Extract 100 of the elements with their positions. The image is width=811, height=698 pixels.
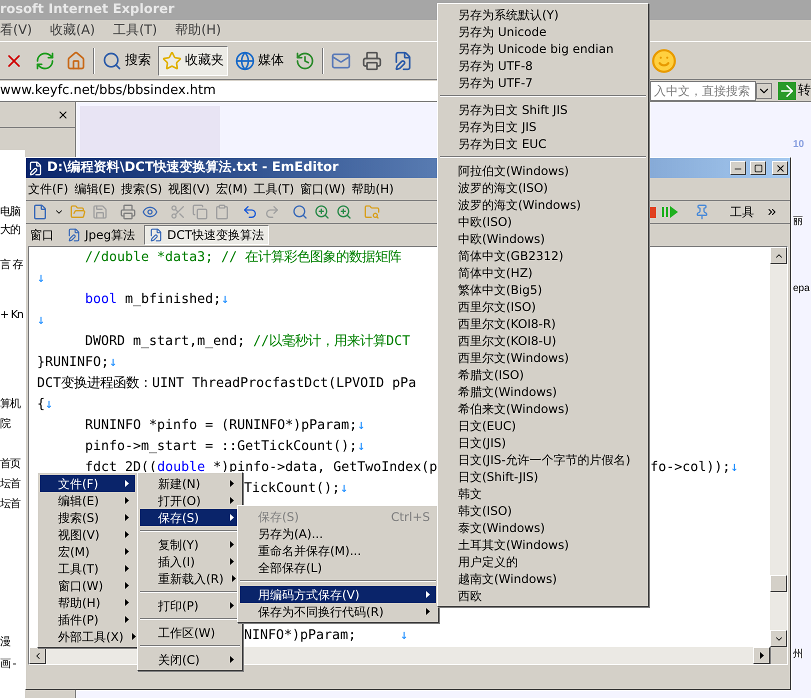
menu-item[interactable]: 视图(V) bbox=[40, 526, 135, 543]
menu-item[interactable]: 简体中文(GB2312) bbox=[440, 247, 646, 264]
menu-item[interactable]: 窗口(W) bbox=[40, 577, 135, 594]
tab[interactable]: Jpeg算法 bbox=[62, 225, 140, 245]
menu-item[interactable]: 工作区(W) bbox=[140, 624, 240, 641]
menu-item[interactable]: 西里尔文(ISO) bbox=[440, 298, 646, 315]
menu-item[interactable]: 另存为(A)... bbox=[240, 525, 436, 542]
menu-item[interactable]: 西欧 bbox=[440, 587, 646, 604]
close-button[interactable] bbox=[772, 161, 788, 175]
menu-item[interactable]: 保存(S) bbox=[140, 509, 240, 526]
menu-item[interactable]: 另存为系统默认(Y) bbox=[440, 6, 646, 23]
preview-icon[interactable] bbox=[142, 204, 158, 220]
menu-item[interactable]: 西里尔文(KOI8-U) bbox=[440, 332, 646, 349]
menu-item[interactable]: 波罗的海文(ISO) bbox=[440, 179, 646, 196]
menu-item[interactable]: 收藏(A) bbox=[50, 20, 96, 40]
menu-item[interactable]: 帮助(H) bbox=[40, 594, 135, 611]
menu-item[interactable]: 希伯来文(Windows) bbox=[440, 400, 646, 417]
menu-item[interactable]: 插件(P) bbox=[40, 611, 135, 628]
menu-item[interactable]: 工具(T) bbox=[40, 560, 135, 577]
menu-item[interactable]: 中欧(ISO) bbox=[440, 213, 646, 230]
search-icon[interactable] bbox=[292, 204, 308, 220]
toolbar-button[interactable]: 收藏夹 bbox=[158, 46, 228, 76]
scroll-right-icon[interactable] bbox=[760, 652, 764, 659]
document-icon bbox=[67, 228, 81, 242]
menu-item[interactable]: 简体中文(HZ) bbox=[440, 264, 646, 281]
menu-item[interactable]: 土耳其文(Windows) bbox=[440, 536, 646, 553]
menu-item[interactable]: 另存为日文 EUC bbox=[440, 135, 646, 152]
scroll-thumb[interactable] bbox=[770, 575, 787, 592]
play-icon[interactable] bbox=[662, 206, 678, 218]
find-next-icon[interactable] bbox=[314, 204, 330, 220]
dropdown-icon[interactable] bbox=[756, 82, 772, 98]
menu-item[interactable]: 窗口(W) bbox=[300, 180, 346, 198]
menu-item[interactable]: 全部保存(L) bbox=[240, 559, 436, 576]
menu-item[interactable]: 用编码方式保存(V) bbox=[240, 586, 436, 603]
menu-item[interactable]: 文件(F) bbox=[28, 180, 68, 198]
menu-item[interactable]: 重命名并保存(M)... bbox=[240, 542, 436, 559]
menu-item[interactable]: 看(V) bbox=[0, 20, 32, 40]
toolbar-label[interactable]: 工具 bbox=[730, 203, 754, 221]
menu-item[interactable]: 韩文(ISO) bbox=[440, 502, 646, 519]
menu-item[interactable]: 中欧(Windows) bbox=[440, 230, 646, 247]
code-text: RUNINFO *pinfo = (RUNINFO*)pParam; bbox=[85, 418, 358, 433]
menu-item[interactable]: 工具(T) bbox=[113, 20, 158, 40]
undo-icon[interactable] bbox=[242, 204, 258, 220]
menu-item[interactable]: 宏(M) bbox=[40, 543, 135, 560]
go-icon[interactable] bbox=[778, 82, 796, 100]
more-icon[interactable] bbox=[766, 206, 778, 218]
menu-item[interactable]: 日文(EUC) bbox=[440, 417, 646, 434]
toolbar-button[interactable]: 搜索 bbox=[98, 46, 155, 76]
find-previous-icon[interactable] bbox=[336, 204, 352, 220]
minimize-button[interactable] bbox=[730, 161, 746, 175]
menu-item[interactable]: 关闭(C) bbox=[140, 651, 240, 668]
menu-item[interactable]: 另存为 Unicode big endian bbox=[440, 40, 646, 57]
menu-item[interactable]: 西里尔文(KOI8-R) bbox=[440, 315, 646, 332]
menu-item[interactable]: 打开(O) bbox=[140, 492, 240, 509]
menu-item[interactable]: 搜索(S) bbox=[121, 180, 162, 198]
menu-item[interactable]: 帮助(H) bbox=[175, 20, 222, 40]
maximize-icon bbox=[754, 164, 762, 172]
menu-item[interactable]: 打印(P) bbox=[140, 597, 240, 614]
menu-item[interactable]: 插入(I) bbox=[140, 553, 240, 570]
print-icon[interactable] bbox=[120, 204, 136, 220]
menu-item[interactable]: 搜索(S) bbox=[40, 509, 135, 526]
submenu-arrow-icon bbox=[426, 608, 430, 615]
menu-item[interactable]: 另存为日文 JIS bbox=[440, 118, 646, 135]
menu-item[interactable]: 希腊文(ISO) bbox=[440, 366, 646, 383]
new-file-icon[interactable] bbox=[32, 204, 48, 220]
menu-item[interactable]: 阿拉伯文(Windows) bbox=[440, 162, 646, 179]
menu-item[interactable]: 越南文(Windows) bbox=[440, 570, 646, 587]
close-icon[interactable] bbox=[57, 108, 69, 120]
vertical-scrollbar[interactable] bbox=[770, 247, 787, 647]
menu-item[interactable]: 西里尔文(Windows) bbox=[440, 349, 646, 366]
toolbar-button[interactable]: 媒体 bbox=[231, 46, 288, 76]
menu-item[interactable]: 编辑(E) bbox=[74, 180, 116, 198]
menu-item[interactable]: 文件(F) bbox=[40, 475, 135, 492]
menu-item[interactable]: 另存为日文 Shift JIS bbox=[440, 101, 646, 118]
menu-item[interactable]: 重新载入(R) bbox=[140, 570, 240, 587]
maximize-button[interactable] bbox=[750, 161, 766, 175]
menu-item[interactable]: 工具(T) bbox=[254, 180, 294, 198]
menu-item[interactable]: 日文(JIS-允许一个字节的片假名) bbox=[440, 451, 646, 468]
menu-item[interactable]: 用户定义的 bbox=[440, 553, 646, 570]
menu-item[interactable]: 外部工具(X) bbox=[40, 628, 135, 645]
search-field[interactable]: 入中文，直接搜索 bbox=[650, 80, 756, 100]
go-link[interactable]: 转 bbox=[798, 80, 811, 100]
menu-item[interactable]: 希腊文(Windows) bbox=[440, 383, 646, 400]
menu-item[interactable]: 复制(Y) bbox=[140, 536, 240, 553]
menu-item[interactable]: 另存为 UTF-8 bbox=[440, 57, 646, 74]
menu-item[interactable]: 保存为不同换行代码(R) bbox=[240, 603, 436, 620]
menu-item[interactable]: 新建(N) bbox=[140, 475, 240, 492]
menu-item[interactable]: 日文(Shift-JIS) bbox=[440, 468, 646, 485]
menu-item[interactable]: 韩文 bbox=[440, 485, 646, 502]
menu-item[interactable]: 宏(M) bbox=[216, 180, 248, 198]
menu-item[interactable]: 日文(JIS) bbox=[440, 434, 646, 451]
menu-item[interactable]: 另存为 Unicode bbox=[440, 23, 646, 40]
menu-item[interactable]: 繁体中文(Big5) bbox=[440, 281, 646, 298]
menu-item[interactable]: 帮助(H) bbox=[351, 180, 394, 198]
menu-item[interactable]: 波罗的海文(Windows) bbox=[440, 196, 646, 213]
tab[interactable]: DCT快速变换算法 bbox=[144, 225, 270, 245]
menu-item[interactable]: 编辑(E) bbox=[40, 492, 135, 509]
menu-item[interactable]: 视图(V) bbox=[168, 180, 210, 198]
pin-icon[interactable] bbox=[694, 204, 710, 220]
menu-item[interactable]: 泰文(Windows) bbox=[440, 519, 646, 536]
